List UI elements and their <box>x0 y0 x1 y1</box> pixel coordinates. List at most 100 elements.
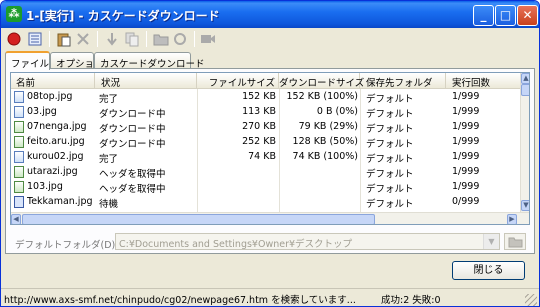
cell-file-size: 113 KB <box>242 106 276 117</box>
list-header: 名前 状況 ファイルサイズ ダウンロードサイズ 保存先フォルダ 実行回数 <box>11 73 521 89</box>
scroll-down-button[interactable]: ▼ <box>521 200 529 211</box>
status-bar: http://www.axs-smf.net/chinpudo/cg02/new… <box>1 288 539 306</box>
cell-download-size: 152 KB (100%) <box>286 91 359 102</box>
default-folder-combobox[interactable]: C:¥Documents and Settings¥Owner¥デスクトップ <box>115 233 500 250</box>
refresh-icon[interactable] <box>172 31 188 47</box>
table-row[interactable]: 07nenga.jpg ダウンロード中 270 KB 79 KB (29%) デフォルト… <box>11 120 521 134</box>
scroll-up-button[interactable]: ▲ <box>521 73 529 84</box>
cell-run-count: 1/999 <box>452 181 480 192</box>
column-header-status[interactable]: 状況 <box>95 73 197 89</box>
cell-name: 103.jpg <box>27 181 63 192</box>
maximize-button[interactable]: □ <box>495 5 516 26</box>
toolbar-separator <box>194 31 195 47</box>
cell-download-size <box>279 195 358 209</box>
cell-name: feito.aru.jpg <box>27 136 85 147</box>
table-row[interactable]: utarazi.jpg ヘッダを取得中 デフォルト 1/999 <box>11 165 521 179</box>
paste-icon[interactable] <box>56 31 72 47</box>
tab-file[interactable]: ファイル <box>5 51 50 70</box>
cell-run-count: 1/999 <box>452 151 480 162</box>
toolbar-separator <box>146 31 147 47</box>
download-file-icon <box>14 136 24 148</box>
horizontal-scroll-thumb[interactable] <box>22 214 375 224</box>
cell-file-size <box>197 165 276 179</box>
stop-icon[interactable] <box>6 31 22 47</box>
cell-name: kurou02.jpg <box>27 151 84 162</box>
download-file-icon <box>14 181 24 193</box>
cell-status: ダウンロード中 <box>99 109 166 119</box>
cell-save-folder: デフォルト <box>366 169 414 179</box>
cell-name: Tekkaman.jpg <box>27 196 93 207</box>
app-window: ⁂ 1-[実行] - カスケードダウンロード _ □ ✕ ファイル オプション … <box>0 0 540 307</box>
table-row[interactable]: feito.aru.jpg ダウンロード中 252 KB 128 KB (50%) デフ… <box>11 135 521 149</box>
cell-download-size: 79 KB (29%) <box>298 121 358 132</box>
cell-name: 03.jpg <box>27 106 57 117</box>
cell-download-size <box>279 180 358 194</box>
column-header-file-size[interactable]: ファイルサイズ <box>197 73 279 89</box>
cell-save-folder: デフォルト <box>366 199 414 209</box>
cell-file-size: 252 KB <box>242 136 276 147</box>
tab-options[interactable]: オプション <box>50 52 104 70</box>
cell-save-folder: デフォルト <box>366 154 414 164</box>
cell-save-folder: デフォルト <box>366 109 414 119</box>
download-file-icon <box>14 121 24 133</box>
move-down-icon[interactable] <box>104 31 120 47</box>
chevron-down-icon[interactable]: ▼ <box>483 234 499 249</box>
scroll-right-button[interactable]: ▶ <box>507 214 517 224</box>
resize-grip[interactable] <box>525 294 537 306</box>
table-row[interactable]: kurou02.jpg 完了 74 KB 74 KB (100%) デフォルト 1/999 <box>11 150 521 164</box>
column-header-save-folder[interactable]: 保存先フォルダ <box>360 73 446 89</box>
cell-file-size <box>197 180 276 194</box>
table-row[interactable]: 08top.jpg 完了 152 KB 152 KB (100%) デフォルト 1/999 <box>11 90 521 104</box>
video-icon[interactable] <box>200 31 216 47</box>
cell-file-size: 74 KB <box>248 151 276 162</box>
list-icon[interactable] <box>27 31 43 47</box>
window-title: 1-[実行] - カスケードダウンロード <box>26 9 220 23</box>
download-list[interactable]: 名前 状況 ファイルサイズ ダウンロードサイズ 保存先フォルダ 実行回数 08t… <box>10 72 530 225</box>
cell-save-folder: デフォルト <box>366 94 414 104</box>
close-window-button[interactable]: ✕ <box>517 5 538 26</box>
cell-save-folder: デフォルト <box>366 184 414 194</box>
vertical-scroll-thumb[interactable] <box>521 84 529 96</box>
folder-icon[interactable] <box>153 31 169 47</box>
cell-status: ダウンロード中 <box>99 139 166 149</box>
status-message: http://www.axs-smf.net/chinpudo/cg02/new… <box>4 295 356 306</box>
horizontal-scrollbar[interactable]: ◀ ▶ <box>11 212 529 224</box>
table-row[interactable]: Tekkaman.jpg 待機 デフォルト 0/999 <box>11 195 521 209</box>
delete-icon[interactable] <box>75 31 91 47</box>
cell-status: 完了 <box>99 154 119 164</box>
cell-save-folder: デフォルト <box>366 139 414 149</box>
cell-file-size: 152 KB <box>242 91 276 102</box>
column-header-download-size[interactable]: ダウンロードサイズ <box>279 73 364 89</box>
cell-download-size: 74 KB (100%) <box>292 151 358 162</box>
copy-icon[interactable] <box>124 31 140 47</box>
column-header-run-count[interactable]: 実行回数 <box>446 73 521 89</box>
status-counts: 成功:2 失敗:0 <box>381 295 441 306</box>
browse-folder-button[interactable] <box>504 233 526 250</box>
cell-status: 完了 <box>99 94 119 104</box>
cell-status: ヘッダを取得中 <box>99 184 166 194</box>
table-row[interactable]: 103.jpg ヘッダを取得中 デフォルト 1/999 <box>11 180 521 194</box>
cell-download-size: 0 B (0%) <box>316 106 358 117</box>
app-frog-icon[interactable]: ⁂ <box>6 6 22 22</box>
vertical-scrollbar[interactable]: ▲ ▼ <box>520 73 529 212</box>
cell-save-folder: デフォルト <box>366 124 414 134</box>
tab-cascade-download[interactable]: カスケードダウンロード <box>94 52 205 70</box>
toolbar-separator <box>49 31 50 47</box>
table-row[interactable]: 03.jpg ダウンロード中 113 KB 0 B (0%) デフォルト 1/999 <box>11 105 521 119</box>
minimize-button[interactable]: _ <box>473 5 494 26</box>
close-button[interactable]: 閉じる <box>452 261 525 280</box>
scroll-left-button[interactable]: ◀ <box>11 214 21 224</box>
cell-run-count: 1/999 <box>452 136 480 147</box>
cell-status: ヘッダを取得中 <box>99 169 166 179</box>
column-header-name[interactable]: 名前 <box>11 73 95 89</box>
cell-download-size: 128 KB (50%) <box>292 136 358 147</box>
cell-run-count: 0/999 <box>452 196 480 207</box>
cell-run-count: 1/999 <box>452 121 480 132</box>
cell-run-count: 1/999 <box>452 106 480 117</box>
cell-run-count: 1/999 <box>452 166 480 177</box>
file-icon <box>14 91 24 103</box>
title-bar[interactable]: ⁂ 1-[実行] - カスケードダウンロード _ □ ✕ <box>1 1 539 28</box>
cell-name: utarazi.jpg <box>27 166 78 177</box>
cell-name: 07nenga.jpg <box>27 121 87 132</box>
cell-download-size <box>279 165 358 179</box>
